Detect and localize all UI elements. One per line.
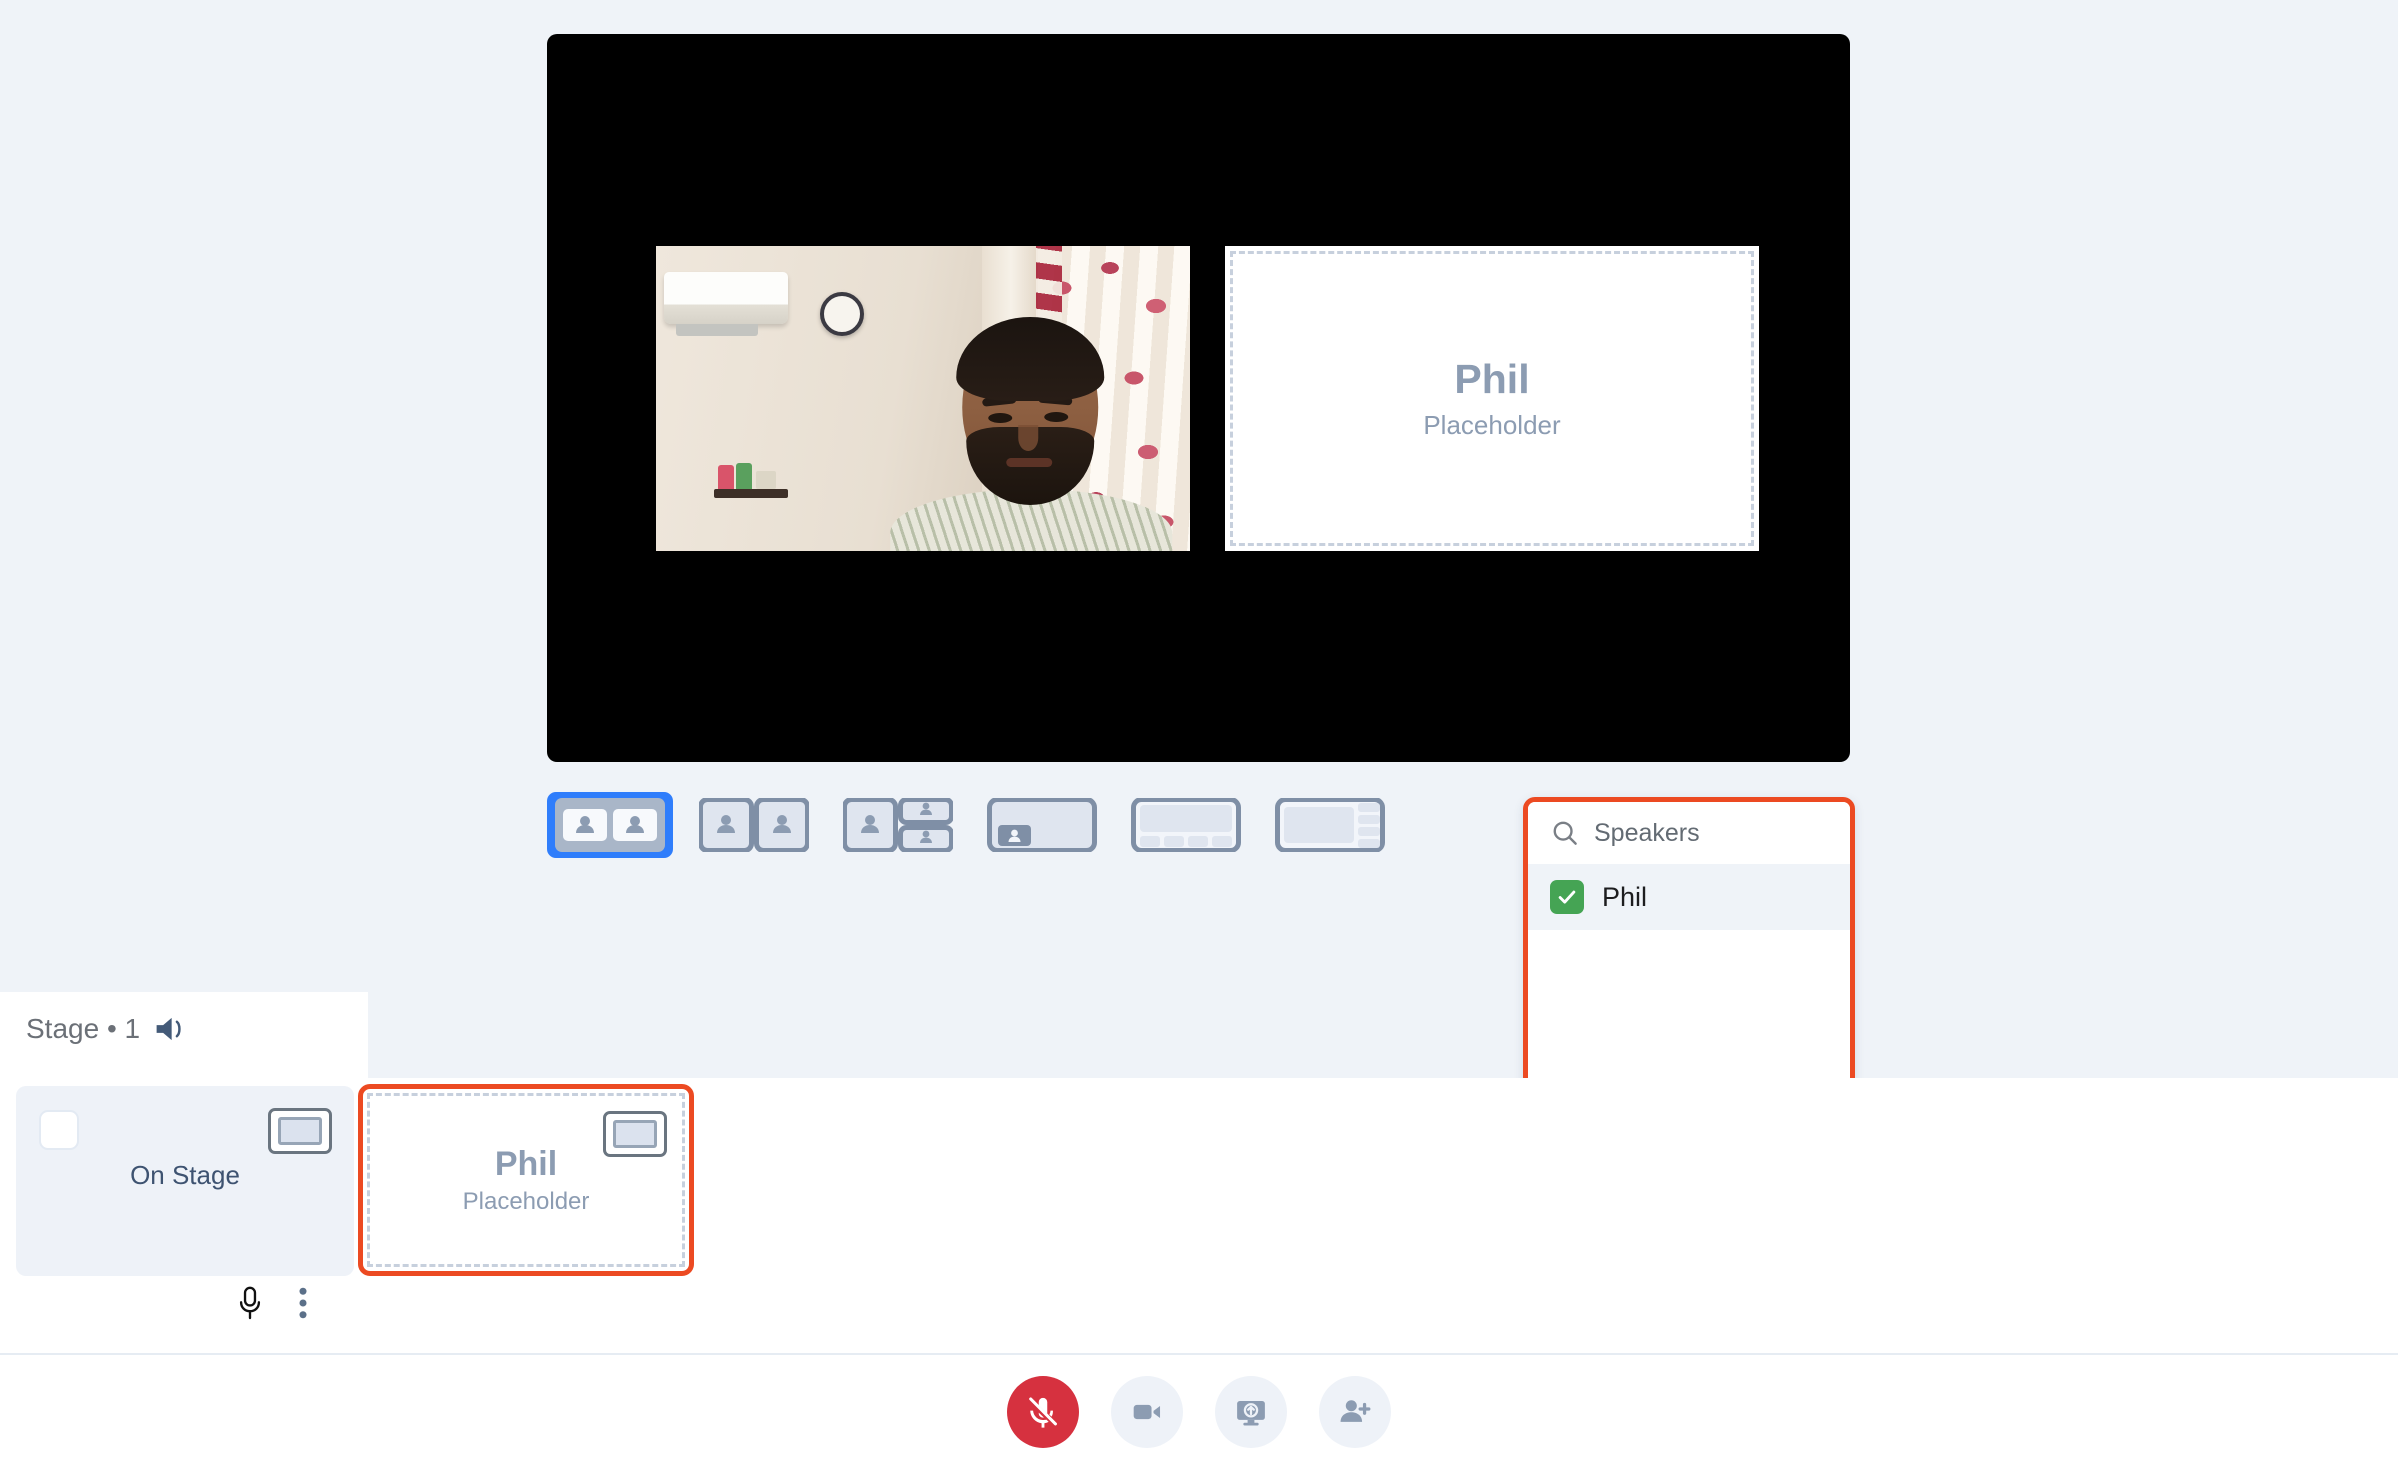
speakers-search-label: Speakers bbox=[1594, 818, 1700, 847]
layout-picture-in-picture-icon bbox=[987, 798, 1097, 852]
main-video-canvas: Phil Placeholder bbox=[547, 34, 1850, 762]
on-stage-checkbox[interactable] bbox=[39, 1110, 79, 1150]
microphone-button[interactable] bbox=[236, 1286, 264, 1320]
layout-split-two-icon bbox=[699, 798, 809, 852]
checkmark-icon bbox=[1558, 890, 1576, 904]
placeholder-subtitle: Placeholder bbox=[1423, 409, 1561, 440]
meeting-stage-app: Phil Placeholder Speakers Phil Stage • 1… bbox=[0, 0, 2398, 1468]
strip-action-row bbox=[236, 1286, 308, 1320]
main-placeholder-tile: Phil Placeholder bbox=[1225, 246, 1759, 551]
more-options-button[interactable] bbox=[298, 1286, 308, 1320]
layout-side-by-side-button[interactable] bbox=[547, 792, 673, 858]
screen-share-badge-icon[interactable] bbox=[268, 1108, 332, 1154]
webcam-video-tile bbox=[656, 246, 1190, 551]
phil-screen-share-badge-icon[interactable] bbox=[603, 1111, 667, 1157]
search-icon bbox=[1553, 821, 1577, 845]
add-participant-button[interactable] bbox=[1319, 1375, 1391, 1448]
layout-main-with-sidebar-button[interactable] bbox=[1267, 792, 1393, 858]
more-vertical-icon bbox=[299, 1287, 307, 1319]
layout-picture-in-picture-button[interactable] bbox=[979, 792, 1105, 858]
microphone-muted-button[interactable] bbox=[1007, 1375, 1079, 1448]
person-add-icon bbox=[1340, 1399, 1371, 1422]
video-camera-icon bbox=[1133, 1404, 1161, 1419]
layout-selector bbox=[547, 792, 1393, 858]
layout-one-plus-two-button[interactable] bbox=[835, 792, 961, 858]
speaker-list-item-phil[interactable]: Phil bbox=[1528, 864, 1850, 930]
camera-button[interactable] bbox=[1111, 1375, 1183, 1448]
speaker-checked-checkbox[interactable] bbox=[1550, 880, 1584, 914]
layout-main-with-filmstrip-icon bbox=[1131, 798, 1241, 852]
canvas-tiles: Phil Placeholder bbox=[547, 34, 1850, 762]
on-stage-card[interactable]: On Stage bbox=[16, 1086, 354, 1276]
stage-header: Stage • 1 bbox=[0, 992, 368, 1066]
speakers-search-row[interactable]: Speakers bbox=[1528, 802, 1850, 864]
phil-card-name: Phil bbox=[494, 1144, 558, 1183]
wall-clock bbox=[820, 292, 864, 336]
phil-placeholder-card[interactable]: Phil Placeholder bbox=[358, 1084, 694, 1276]
layout-main-with-filmstrip-button[interactable] bbox=[1123, 792, 1249, 858]
air-conditioner bbox=[664, 272, 788, 336]
on-stage-label: On Stage bbox=[130, 1160, 240, 1190]
placeholder-name: Phil bbox=[1454, 356, 1530, 403]
layout-split-two-button[interactable] bbox=[691, 792, 817, 858]
speaker-name: Phil bbox=[1602, 881, 1648, 912]
wall-shelf bbox=[714, 458, 788, 498]
layout-side-by-side-icon bbox=[555, 798, 665, 852]
layout-one-plus-two-icon bbox=[843, 798, 953, 852]
layout-main-with-sidebar-icon bbox=[1275, 798, 1385, 852]
mic-off-icon bbox=[1029, 1396, 1057, 1428]
person-on-camera bbox=[890, 299, 1173, 551]
screen-share-icon bbox=[1237, 1400, 1265, 1425]
bottom-toolbar bbox=[0, 1355, 2398, 1468]
speaker-volume-icon[interactable] bbox=[154, 1014, 188, 1044]
share-screen-button[interactable] bbox=[1215, 1375, 1287, 1448]
stage-title: Stage • 1 bbox=[26, 1013, 141, 1044]
microphone-icon bbox=[239, 1286, 261, 1320]
phil-card-subtitle: Placeholder bbox=[462, 1187, 590, 1215]
